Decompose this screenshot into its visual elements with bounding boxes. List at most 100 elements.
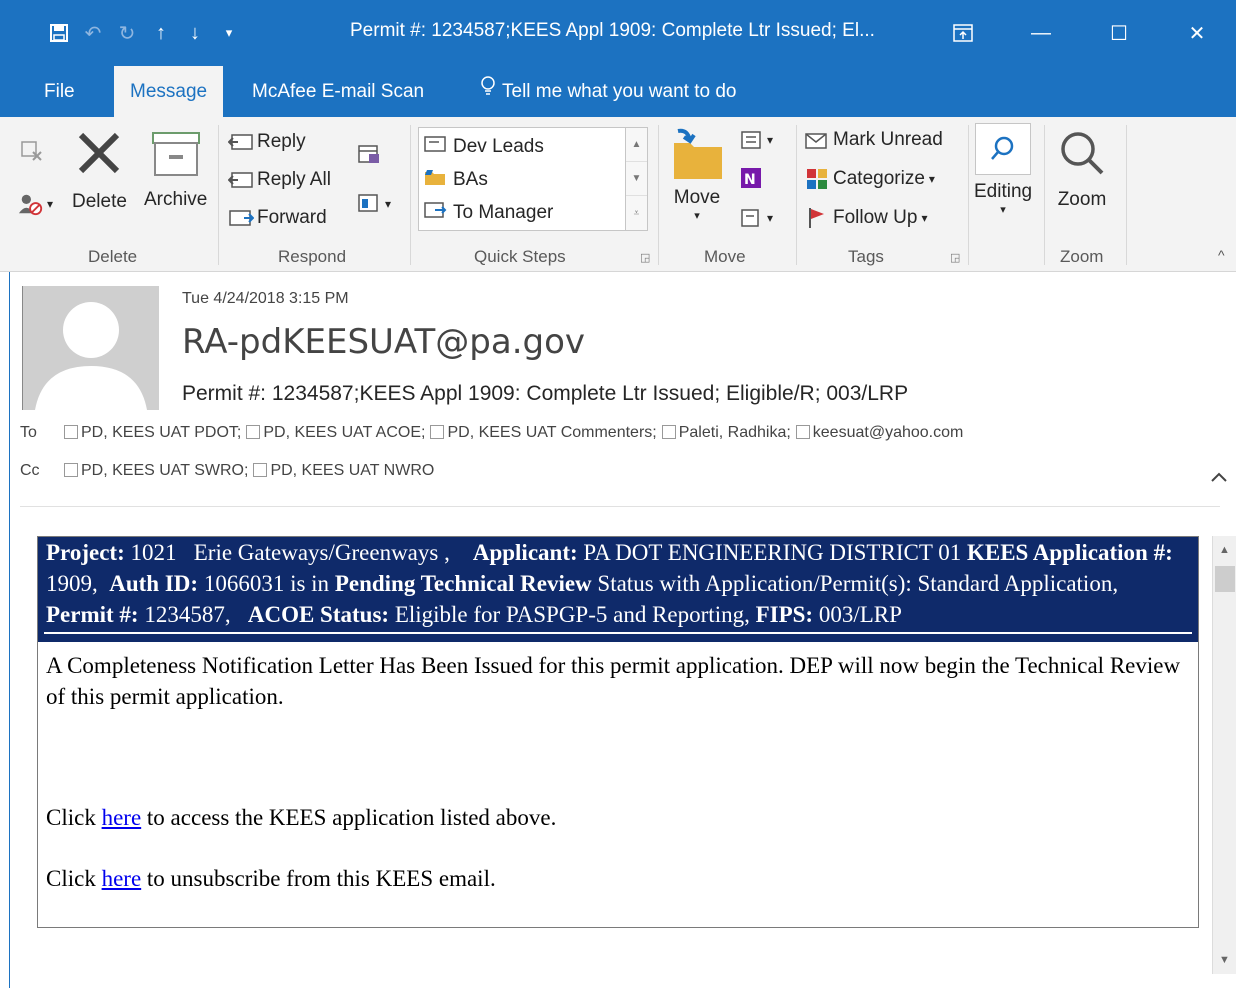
ribbon-display-icon[interactable] — [924, 10, 1002, 56]
zoom-button[interactable]: Zoom — [1056, 127, 1108, 211]
forward-button[interactable]: Forward — [228, 205, 327, 231]
recipient[interactable]: PD, KEES UAT NWRO — [253, 462, 434, 480]
collapse-ribbon-icon[interactable]: ^ — [1218, 247, 1225, 263]
ribbon-separator — [218, 125, 219, 265]
scroll-up-icon[interactable]: ▲ — [1213, 538, 1236, 562]
redo-icon[interactable]: ↻ — [110, 18, 144, 48]
down-arrow-icon[interactable]: ↓ — [178, 18, 212, 48]
quick-step-dev-leads[interactable]: Dev Leads — [423, 134, 544, 160]
editing-button[interactable]: Editing ▾ — [974, 123, 1032, 216]
access-application-link[interactable]: here — [102, 805, 142, 830]
project-label: Project: — [46, 540, 125, 565]
permit-value: 1234587, — [144, 602, 231, 627]
categorize-label: Categorize — [833, 168, 925, 189]
link-prefix: Click — [46, 805, 102, 830]
quick-steps-launcher-icon[interactable]: ◲ — [640, 251, 650, 264]
ribbon-separator — [1044, 125, 1045, 265]
onenote-icon: N — [738, 165, 764, 191]
forward-icon — [228, 205, 254, 231]
cc-row: Cc PD, KEES UAT SWRO; PD, KEES UAT NWRO — [20, 462, 439, 480]
up-arrow-icon[interactable]: ↑ — [144, 18, 178, 48]
categorize-button[interactable]: Categorize ▾ — [804, 166, 935, 192]
maximize-icon[interactable]: ☐ — [1080, 10, 1158, 56]
recipient[interactable]: PD, KEES UAT SWRO; — [64, 462, 248, 480]
ribbon-separator — [658, 125, 659, 265]
title-bar: ↶ ↻ ↑ ↓ ▾ Permit #: 1234587;KEES Appl 19… — [0, 0, 1236, 66]
onenote-button[interactable]: N — [738, 165, 767, 191]
status-value: Status with Application/Permit(s): Stand… — [597, 571, 1119, 596]
archive-button[interactable]: Archive — [144, 129, 207, 211]
reply-all-button[interactable]: Reply All — [228, 167, 331, 193]
customize-icon[interactable]: ▾ — [212, 18, 246, 48]
tab-mcafee-email-scan[interactable]: McAfee E-mail Scan — [236, 66, 440, 117]
scroll-up-icon[interactable]: ▲ — [626, 128, 647, 162]
ignore-icon — [18, 137, 44, 163]
actions-button[interactable]: ▾ — [738, 205, 773, 231]
unsubscribe-link[interactable]: here — [102, 866, 142, 891]
link-prefix: Click — [46, 866, 102, 891]
move-button[interactable]: Move ▾ — [668, 125, 726, 222]
svg-text:N: N — [744, 172, 756, 188]
archive-icon — [149, 129, 203, 185]
scroll-thumb[interactable] — [1215, 566, 1235, 592]
minimize-icon[interactable]: — — [1002, 10, 1080, 56]
email-icon — [423, 134, 447, 160]
quick-steps-scroll[interactable]: ▲ ▼ ⩡ — [625, 128, 647, 230]
recipient[interactable]: keesuat@yahoo.com — [795, 424, 964, 442]
body-scrollbar[interactable]: ▲ ▼ — [1212, 536, 1236, 974]
quick-step-to-manager[interactable]: To Manager — [423, 200, 553, 226]
applicant-value: PA DOT ENGINEERING DISTRICT 01 — [583, 540, 962, 565]
scroll-down-icon[interactable]: ▼ — [626, 162, 647, 196]
window-title: Permit #: 1234587;KEES Appl 1909: Comple… — [350, 20, 875, 41]
window-border — [9, 272, 10, 988]
delete-button[interactable]: Delete — [72, 127, 127, 213]
recipient[interactable]: PD, KEES UAT ACOE; — [246, 424, 425, 442]
meeting-button[interactable] — [356, 141, 385, 167]
expand-gallery-icon[interactable]: ⩡ — [626, 196, 647, 230]
ignore-button[interactable] — [18, 137, 47, 163]
tags-launcher-icon[interactable]: ◲ — [950, 251, 960, 264]
rules-button[interactable]: ▾ — [738, 127, 773, 153]
group-label-delete: Delete — [88, 247, 138, 266]
recipient-name: keesuat@yahoo.com — [812, 424, 964, 441]
mark-unread-button[interactable]: Mark Unread — [804, 127, 943, 153]
delete-label: Delete — [72, 191, 127, 212]
archive-label: Archive — [144, 189, 208, 210]
block-sender-icon — [18, 191, 44, 217]
mark-unread-label: Mark Unread — [833, 129, 943, 150]
tell-me-search[interactable]: Tell me what you want to do — [464, 66, 752, 117]
move-folder-icon — [668, 125, 726, 187]
quick-step-bas[interactable]: BAs — [423, 167, 488, 193]
zoom-icon — [1056, 127, 1108, 185]
mark-unread-icon — [804, 127, 830, 153]
editing-label: Editing — [974, 181, 1033, 202]
window-controls: — ☐ ✕ — [924, 10, 1236, 56]
move-label: Move — [673, 187, 721, 208]
follow-up-button[interactable]: Follow Up ▾ — [804, 205, 928, 231]
collapse-header-icon[interactable] — [1210, 466, 1228, 489]
close-icon[interactable]: ✕ — [1158, 10, 1236, 56]
undo-icon[interactable]: ↶ — [76, 18, 110, 48]
reply-icon — [228, 129, 254, 155]
sender-address[interactable]: RA-pdKEESUAT@pa.gov — [182, 322, 585, 362]
more-respond-button[interactable]: ▾ — [356, 191, 391, 217]
group-label-zoom: Zoom — [1060, 247, 1104, 266]
checkbox-icon — [246, 425, 261, 439]
recipient-name: PD, KEES UAT ACOE; — [263, 424, 426, 441]
save-icon[interactable] — [42, 18, 76, 48]
junk-button[interactable]: ▾ — [18, 191, 53, 217]
banner-rule — [44, 632, 1192, 634]
scroll-down-icon[interactable]: ▼ — [1213, 948, 1236, 972]
ribbon-separator — [968, 125, 969, 265]
application-number-value: 1909, — [46, 571, 98, 596]
auth-id-value: 1066031 is in — [203, 571, 330, 596]
recipient[interactable]: PD, KEES UAT PDOT; — [64, 424, 241, 442]
reply-button[interactable]: Reply — [228, 129, 306, 155]
tab-file[interactable]: File — [28, 66, 91, 117]
group-label-quick-steps: Quick Steps — [474, 247, 566, 266]
tab-message[interactable]: Message — [114, 66, 224, 117]
meeting-icon — [356, 141, 382, 167]
folder-icon — [423, 167, 447, 193]
recipient[interactable]: Paleti, Radhika; — [661, 424, 791, 442]
recipient[interactable]: PD, KEES UAT Commenters; — [430, 424, 657, 442]
